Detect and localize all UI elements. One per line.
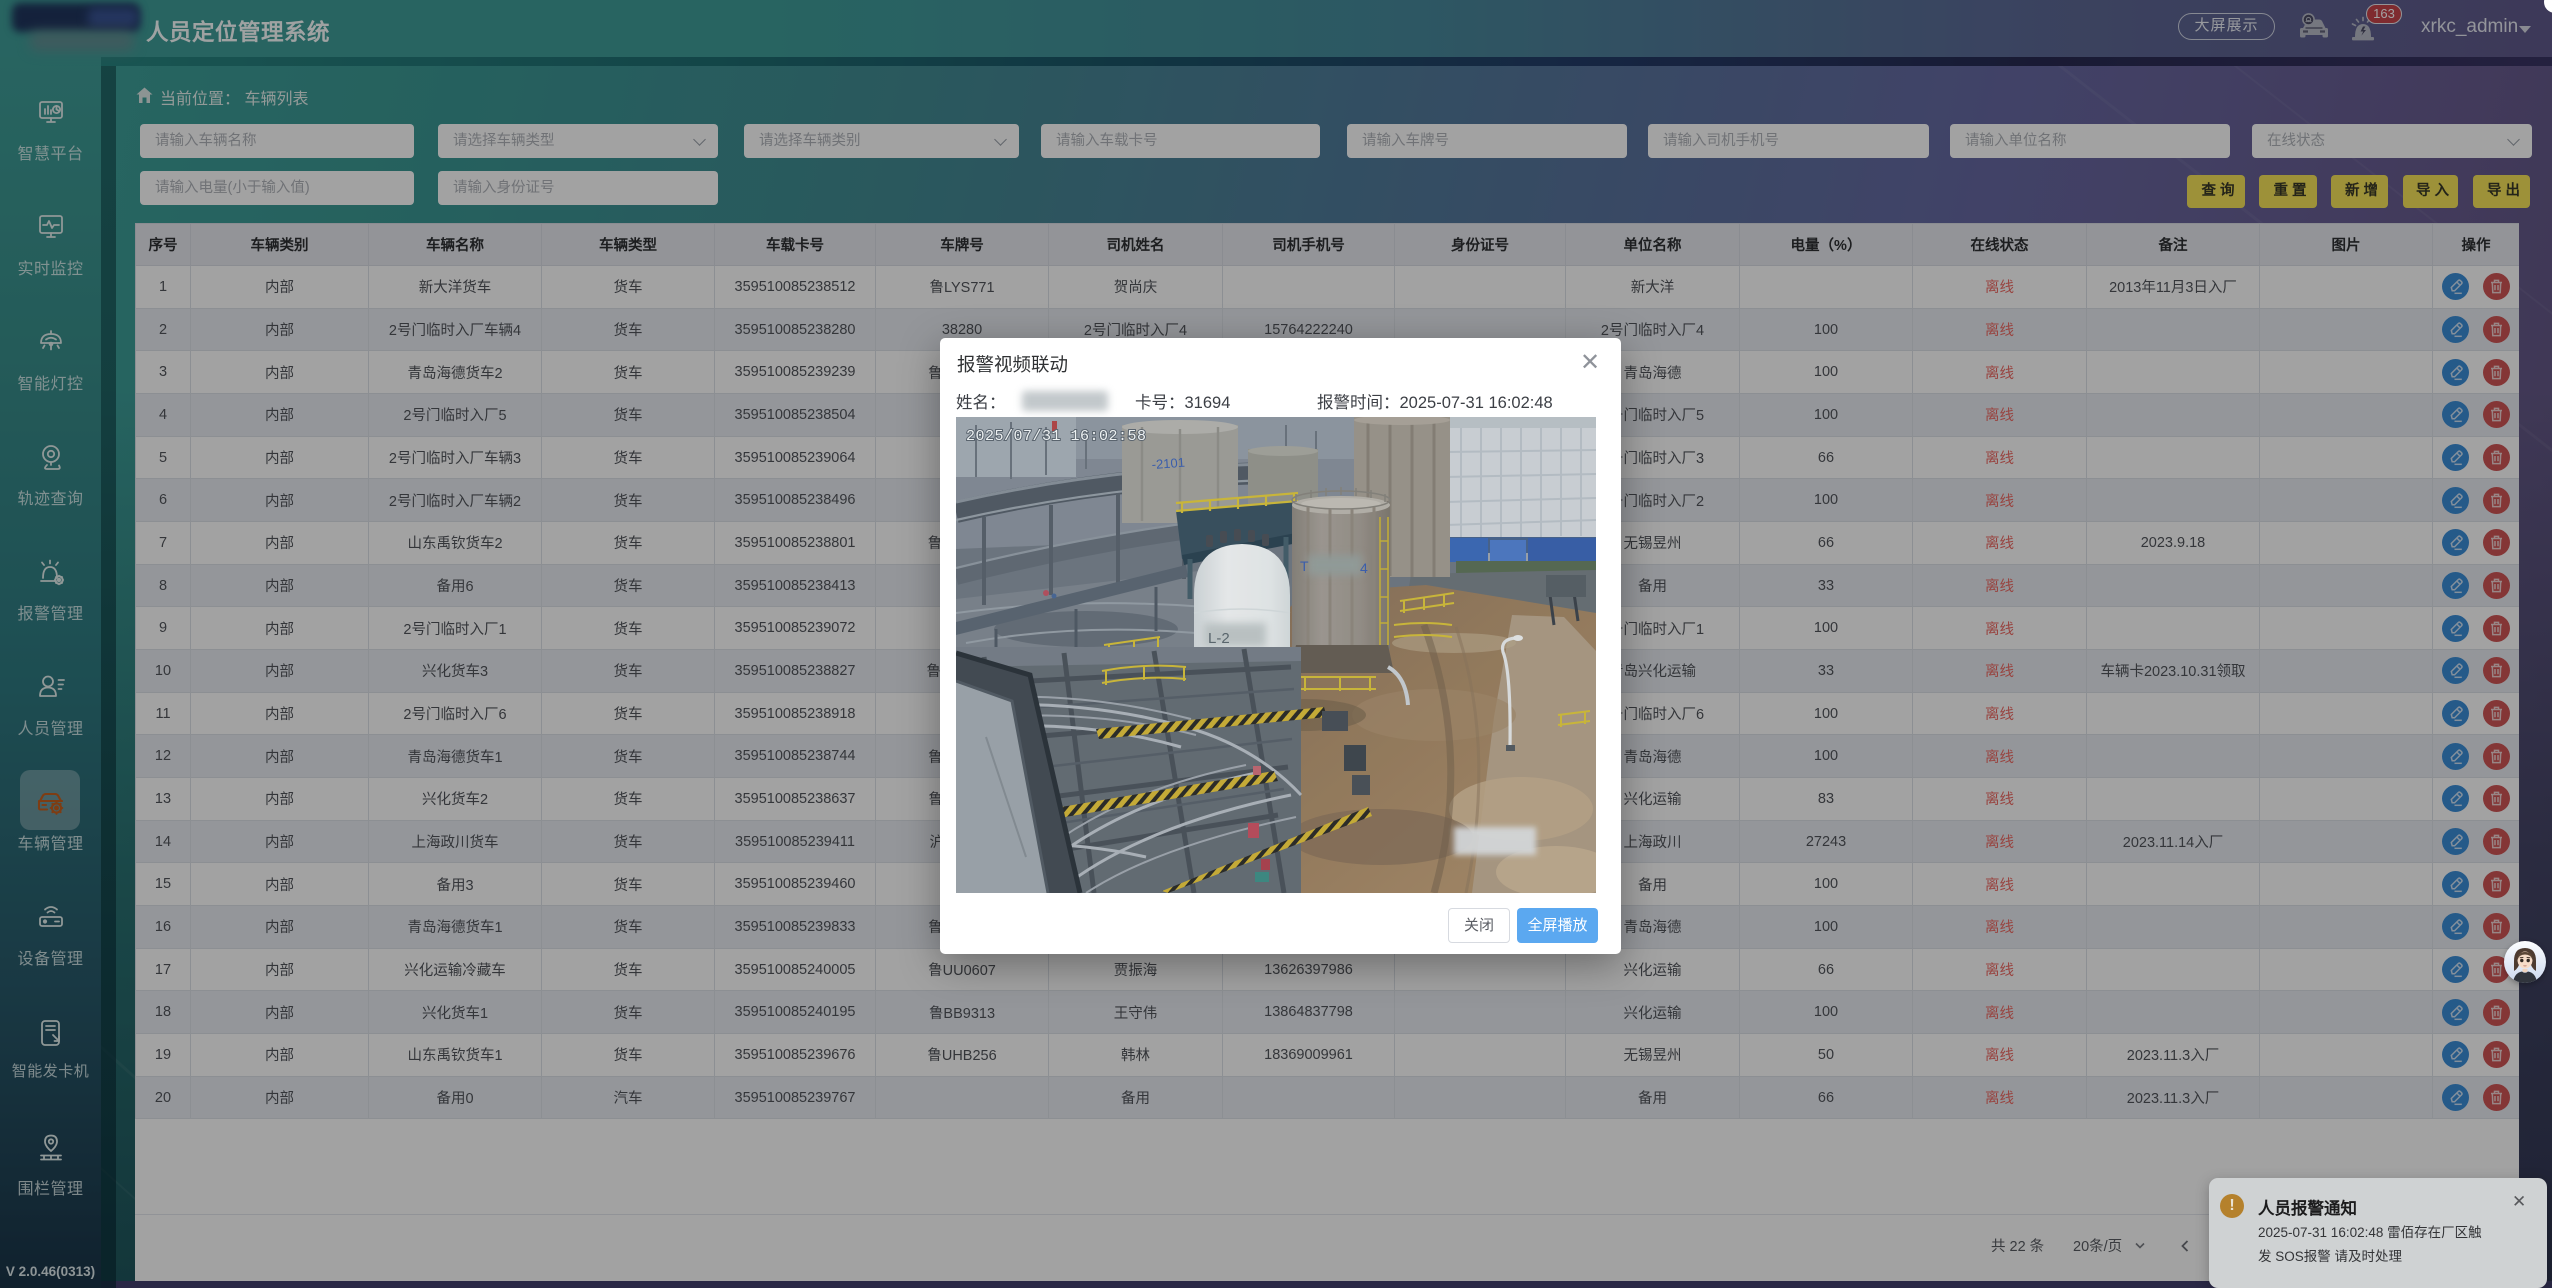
svg-text:2025/07/31 16:02:58: 2025/07/31 16:02:58 — [966, 428, 1147, 445]
